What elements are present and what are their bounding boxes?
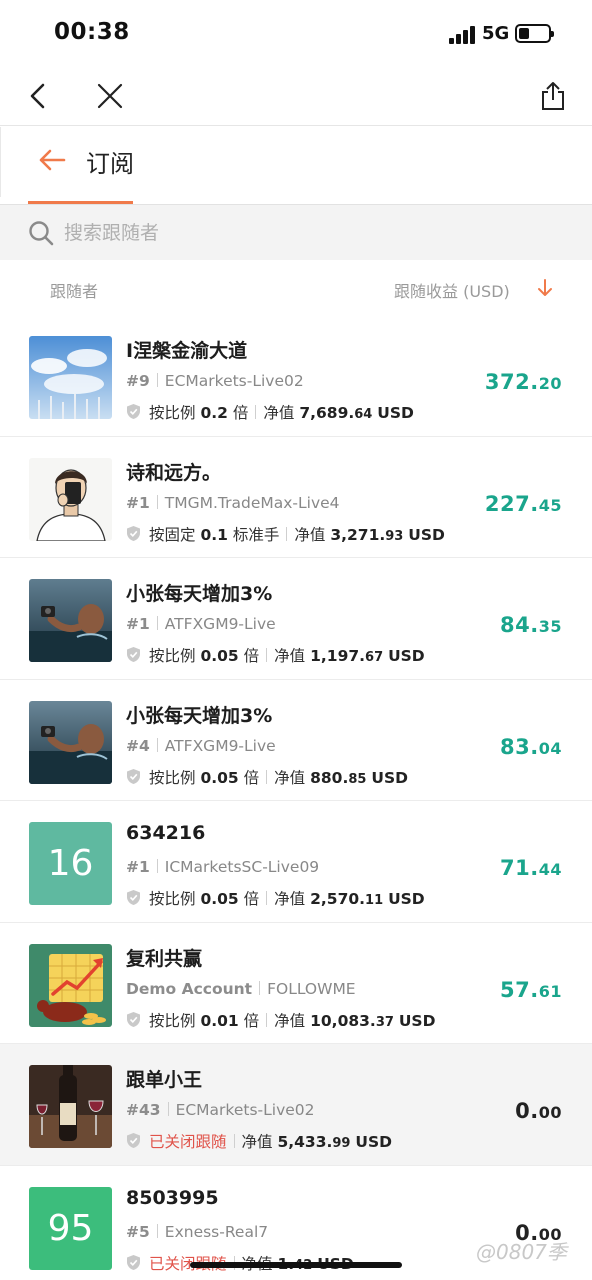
- follow-profit: 83.04: [500, 734, 562, 759]
- avatar: [29, 943, 112, 1027]
- page-title: 订阅: [86, 150, 134, 178]
- shield-icon: [127, 1133, 140, 1148]
- follower-settings: 按比例 0.01 倍净值 10,083.37 USD: [126, 1009, 435, 1031]
- shield-icon: [127, 1011, 140, 1027]
- follow-profit: 71.44: [500, 856, 562, 880]
- follower-settings: 按比例 0.05 倍净值 1,197.67 USD: [126, 644, 425, 666]
- follow-profit: 227.45: [484, 491, 562, 516]
- follower-row[interactable]: 复利共赢 Demo Account FOLLOWME 按比例 0.01 倍净值 1…: [0, 922, 592, 1044]
- list-column-header: 跟随者 跟随收益 (USD): [0, 261, 592, 315]
- shield-icon: [127, 404, 140, 419]
- watermark: @0807季: [476, 1240, 567, 1264]
- back-button[interactable]: [18, 76, 58, 116]
- follow-profit: 372.20: [484, 370, 562, 394]
- close-button[interactable]: [90, 76, 130, 116]
- follower-name: 诗和远方。: [126, 461, 222, 484]
- follow-profit: 57.61: [500, 977, 562, 1002]
- avatar: [29, 1065, 112, 1148]
- follower-name: 小张每天增加3%: [126, 583, 273, 605]
- arrow-left-icon: [39, 149, 66, 171]
- follower-name: 634216: [126, 822, 206, 844]
- browser-nav-bar: [0, 66, 592, 126]
- follower-account: Demo Account FOLLOWME: [126, 979, 356, 998]
- avatar: [29, 700, 112, 784]
- column-follower: 跟随者: [50, 282, 99, 301]
- search-bar: [0, 204, 592, 260]
- follower-account: #9 ECMarkets-Live02: [126, 372, 304, 390]
- follower-row[interactable]: 小张每天增加3% #1 ATFXGM9-Live 按比例 0.05 倍净值 1,1…: [0, 558, 592, 680]
- cellular-signal-icon: [449, 26, 477, 44]
- follower-name: 小张每天增加3%: [126, 704, 273, 727]
- sort-desc-icon[interactable]: [536, 277, 554, 299]
- follower-name: 8503995: [126, 1186, 219, 1209]
- follower-row[interactable]: I涅槃金渝大道 #9 ECMarkets-Live02 按比例 0.2 倍净值 7…: [0, 315, 592, 437]
- avatar: [29, 457, 112, 541]
- shield-icon: [127, 525, 140, 541]
- status-bar: 00:38 5G: [0, 0, 592, 66]
- search-icon: [29, 221, 54, 246]
- follower-account: #1 TMGM.TradeMax-Live4: [126, 493, 340, 512]
- follower-name: I涅槃金渝大道: [126, 340, 248, 362]
- follower-row[interactable]: 16 634216 #1 ICMarketsSC-Live09 按比例 0.05 …: [0, 801, 592, 923]
- page-header: 订阅: [0, 127, 592, 197]
- follower-account: #4 ATFXGM9-Live: [126, 736, 276, 755]
- follower-account: #1 ICMarketsSC-Live09: [126, 858, 320, 876]
- avatar: [29, 579, 112, 662]
- follower-settings: 已关闭跟随 净值 5,433.99 USD: [126, 1130, 392, 1152]
- battery-icon: [515, 24, 554, 43]
- network-type: 5G: [482, 23, 510, 44]
- share-icon: [542, 82, 564, 110]
- chevron-left-icon: [30, 83, 45, 109]
- shield-icon: [127, 890, 140, 905]
- shield-icon: [127, 1254, 140, 1270]
- follower-settings: 按比例 0.05 倍净值 2,570.11 USD: [126, 887, 425, 909]
- follower-account: #43 ECMarkets-Live02: [126, 1101, 315, 1119]
- column-follow-profit[interactable]: 跟随收益 (USD): [394, 278, 510, 302]
- shield-icon: [127, 647, 140, 662]
- page-back-button[interactable]: [37, 145, 67, 175]
- home-indicator[interactable]: [190, 1262, 402, 1268]
- follower-settings: 按固定 0.1 标准手 净值 3,271.93 USD: [126, 523, 445, 545]
- follow-closed-status: 已关闭跟随: [149, 1133, 227, 1151]
- follower-list: I涅槃金渝大道 #9 ECMarkets-Live02 按比例 0.2 倍净值 7…: [0, 315, 592, 1280]
- follower-settings: 按比例 0.05 倍净值 880.85 USD: [126, 766, 408, 788]
- follower-row[interactable]: 小张每天增加3% #4 ATFXGM9-Live 按比例 0.05 倍净值 880…: [0, 679, 592, 801]
- share-button[interactable]: [533, 76, 573, 116]
- avatar: 16: [29, 822, 112, 905]
- shield-icon: [127, 768, 140, 784]
- close-icon: [97, 83, 123, 109]
- follower-name: 复利共赢: [126, 947, 203, 970]
- status-time: 00:38: [54, 19, 130, 45]
- avatar: [29, 336, 112, 419]
- follower-account: #1 ATFXGM9-Live: [126, 615, 276, 633]
- follower-settings: 按比例 0.2 倍净值 7,689.64 USD: [126, 401, 414, 423]
- follow-profit: 84.35: [500, 613, 562, 637]
- follower-name: 跟单小王: [126, 1069, 203, 1091]
- follower-row[interactable]: 跟单小王 #43 ECMarkets-Live02 已关闭跟随 净值 5,433.9…: [0, 1044, 592, 1166]
- avatar: 95: [29, 1186, 112, 1270]
- follow-profit: 0.00: [515, 1099, 562, 1123]
- search-input[interactable]: [64, 217, 544, 249]
- follower-account: #5 Exness-Real7: [126, 1222, 269, 1241]
- follower-row[interactable]: 诗和远方。 #1 TMGM.TradeMax-Live4 按固定 0.1 标准手净…: [0, 436, 592, 558]
